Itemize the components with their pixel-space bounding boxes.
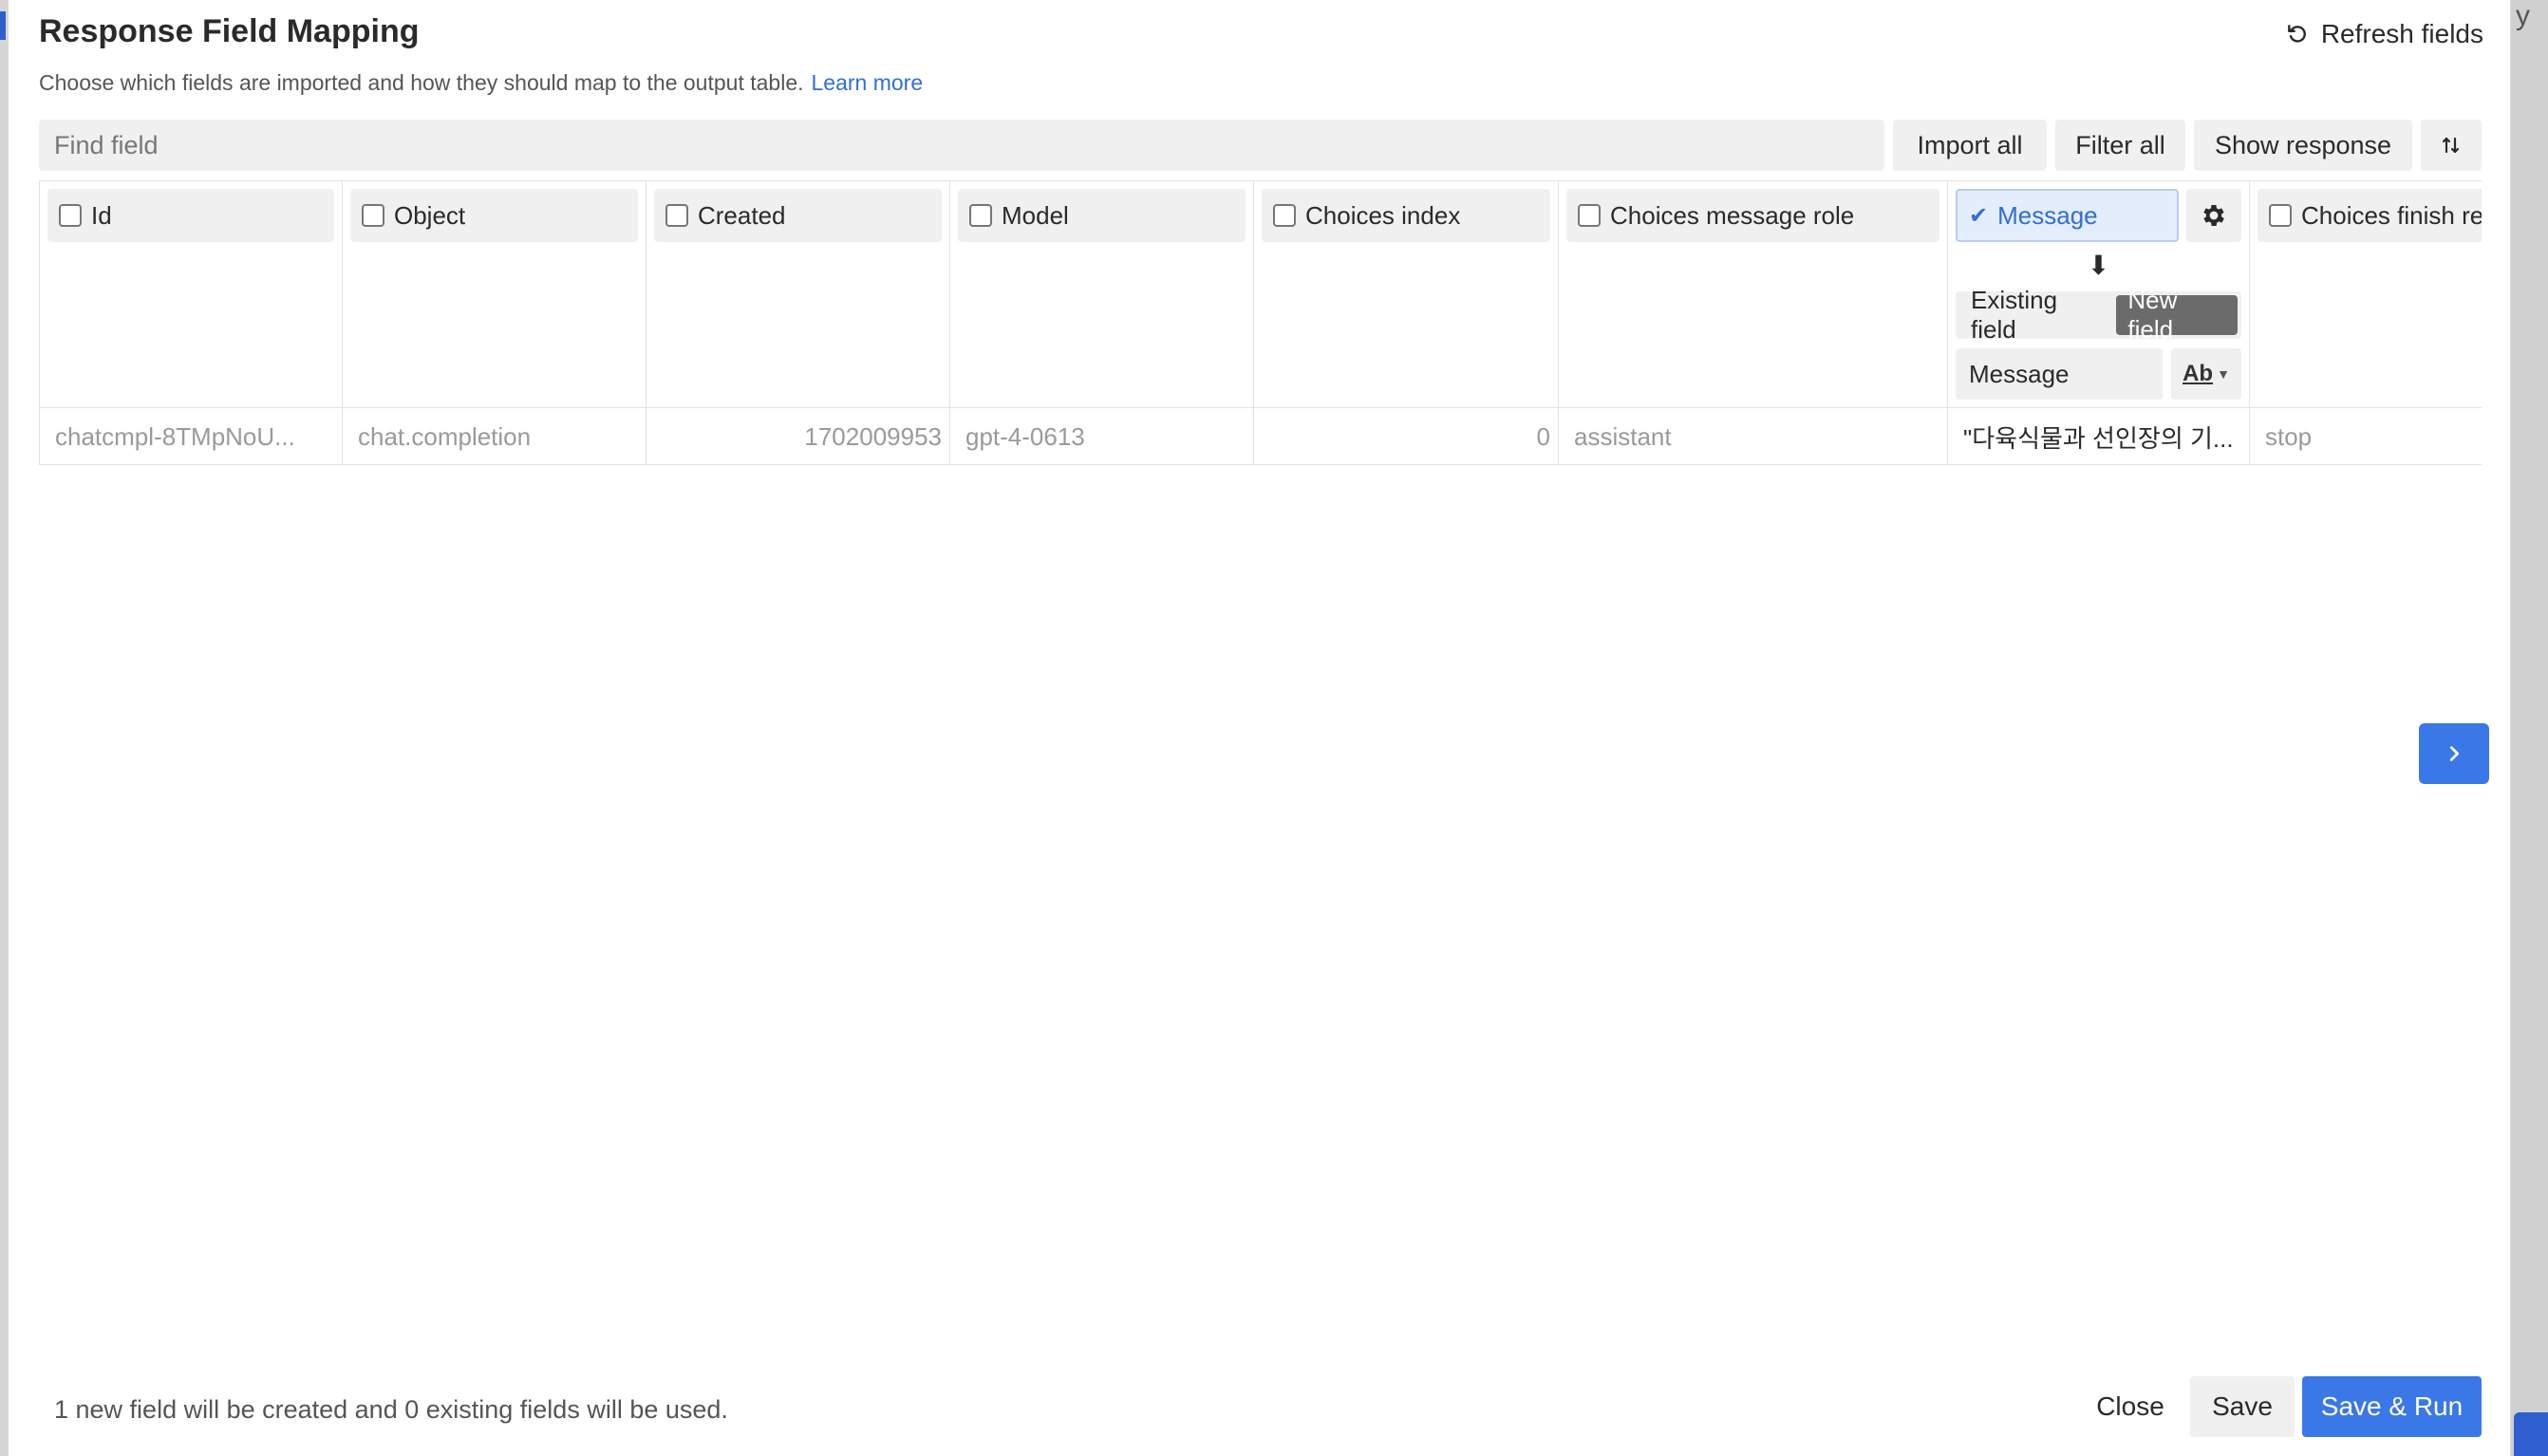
field-mode-toggle: Existing field New field	[1956, 286, 2241, 344]
dialog-subtitle: Choose which fields are imported and how…	[39, 70, 923, 96]
sort-button[interactable]	[2421, 120, 2482, 171]
field-type-dropdown[interactable]: Ab ▼	[2171, 348, 2241, 400]
gear-icon	[2203, 205, 2224, 226]
sample-value: 1702009953	[804, 421, 942, 451]
row-divider	[2250, 407, 2482, 408]
field-grid: Id chatcmpl-8TMpNoU... Object chat.compl…	[39, 180, 2482, 465]
sample-value: assistant	[1574, 421, 1672, 451]
field-checkbox[interactable]	[1273, 204, 1296, 227]
sample-value: 0	[1536, 421, 1550, 451]
field-checkbox[interactable]	[1578, 204, 1601, 227]
new-field-name-input[interactable]	[1956, 348, 2163, 400]
column-id: Id chatcmpl-8TMpNoU...	[40, 181, 343, 464]
column-label: Choices message role	[1610, 200, 1855, 230]
save-and-run-button[interactable]: Save & Run	[2302, 1376, 2482, 1437]
row-divider	[646, 407, 949, 408]
arrow-down-icon: ⬇	[2087, 251, 2110, 280]
close-button[interactable]: Close	[2069, 1376, 2192, 1437]
save-button[interactable]: Save	[2190, 1376, 2295, 1437]
column-label: Object	[394, 200, 466, 230]
sample-value: gpt-4-0613	[965, 421, 1085, 451]
refresh-fields-label: Refresh fields	[2320, 19, 2483, 48]
column-model: Model gpt-4-0613	[950, 181, 1254, 464]
field-checkbox[interactable]	[59, 204, 82, 227]
caret-down-icon: ▼	[2217, 366, 2230, 382]
background-right-text: y	[2516, 0, 2530, 31]
background-button	[2514, 1412, 2548, 1456]
field-checkbox[interactable]	[969, 204, 992, 227]
toolbar: Import all Filter all Show response	[39, 120, 2482, 171]
sample-value: "다육식물과 선인장의 기...	[1963, 423, 2234, 453]
field-checkbox[interactable]	[665, 204, 688, 227]
text-type-icon: Ab	[2183, 361, 2214, 386]
column-header[interactable]: Created	[654, 189, 942, 242]
row-divider	[40, 407, 342, 408]
dialog-title: Response Field Mapping	[39, 13, 420, 49]
field-checkbox[interactable]	[2269, 204, 2292, 227]
learn-more-link[interactable]: Learn more	[812, 70, 924, 95]
refresh-fields-button[interactable]: Refresh fields	[2285, 19, 2483, 49]
sort-icon	[2442, 137, 2460, 154]
sample-value: stop	[2265, 421, 2313, 451]
column-header[interactable]: Choices message role	[1566, 189, 1939, 242]
subtitle-text: Choose which fields are imported and how…	[39, 70, 804, 95]
column-choices-message-role: Choices message role assistant	[1559, 181, 1948, 464]
show-response-button[interactable]: Show response	[2194, 120, 2412, 171]
chevron-right-icon	[2449, 746, 2460, 761]
column-header[interactable]: Object	[350, 189, 638, 242]
background-left-marker	[0, 11, 6, 40]
refresh-icon	[2287, 25, 2306, 43]
row-divider	[950, 407, 1253, 408]
column-label: Choices index	[1305, 200, 1461, 230]
column-header[interactable]: Model	[958, 189, 1246, 242]
column-label: Model	[1002, 200, 1069, 230]
mapping-summary: 1 new field will be created and 0 existi…	[54, 1395, 728, 1424]
row-divider	[1948, 407, 2249, 408]
sample-value: chat.completion	[358, 421, 532, 451]
column-created: Created 1702009953	[646, 181, 950, 464]
column-object: Object chat.completion	[343, 181, 646, 464]
column-header-selected[interactable]: ✔ Message	[1956, 189, 2179, 242]
scroll-right-button[interactable]	[2419, 723, 2489, 784]
column-header[interactable]: Choices finish re	[2258, 189, 2482, 242]
column-header[interactable]: Choices index	[1262, 189, 1550, 242]
sample-value: chatcmpl-8TMpNoU...	[55, 421, 295, 451]
background-left-edge	[0, 0, 8, 1456]
new-field-option[interactable]: New field	[2116, 286, 2238, 344]
field-settings-button[interactable]	[2186, 189, 2241, 242]
row-divider	[343, 407, 646, 408]
row-divider	[1559, 407, 1947, 408]
column-choices-index: Choices index 0	[1254, 181, 1559, 464]
background-right-edge	[2511, 0, 2548, 1456]
column-label: Message	[1997, 200, 2098, 230]
column-header[interactable]: Id	[47, 189, 334, 242]
column-label: Id	[91, 200, 112, 230]
import-all-button[interactable]: Import all	[1893, 120, 2047, 171]
response-field-mapping-dialog: Response Field Mapping Refresh fields Ch…	[8, 0, 2511, 1456]
filter-all-button[interactable]: Filter all	[2055, 120, 2185, 171]
row-divider	[1254, 407, 1558, 408]
field-checkbox[interactable]	[362, 204, 384, 227]
checkmark-icon[interactable]: ✔	[1969, 202, 1988, 230]
find-field-input[interactable]	[39, 120, 1884, 171]
column-message: ✔ Message ⬇ Existing field New field Ab …	[1948, 181, 2250, 464]
column-choices-finish-reason: Choices finish re stop	[2250, 181, 2482, 464]
existing-field-option[interactable]: Existing field	[1959, 286, 2116, 344]
column-label: Choices finish re	[2301, 200, 2482, 230]
column-label: Created	[698, 200, 786, 230]
